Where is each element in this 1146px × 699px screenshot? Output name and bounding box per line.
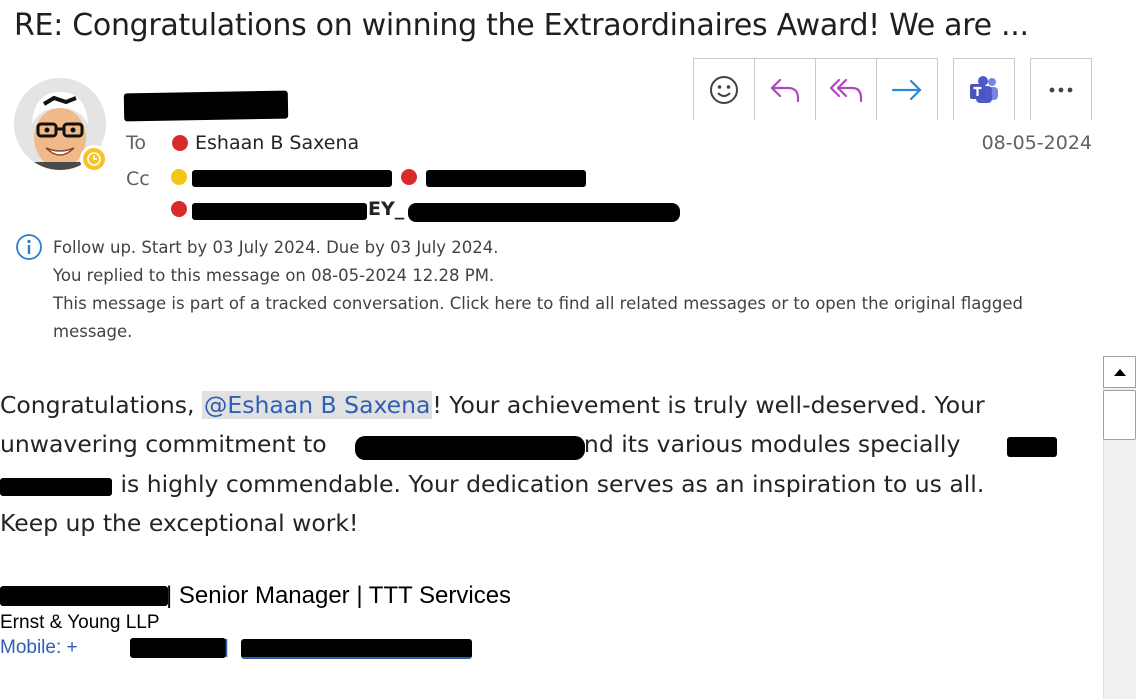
replied-info: You replied to this message on 08-05-202… [53,266,495,285]
message-action-toolbar [693,58,1092,120]
tracked-conversation-link[interactable]: This message is part of a tracked conver… [53,294,1023,313]
cc-label: Cc [126,168,150,190]
presence-busy-icon [401,169,417,185]
follow-up-info: Follow up. Start by 03 July 2024. Due by… [53,238,499,257]
cc-recipient-group[interactable]: EY_ [368,198,404,220]
presence-away-icon [171,169,187,185]
body-redacted-2 [1007,437,1057,457]
reply-all-icon [829,78,863,102]
tracked-conversation-link-cont[interactable]: message. [53,322,132,341]
scroll-up-button[interactable] [1103,356,1136,388]
body-line-3-text: is highly commendable. Your dedication s… [113,470,985,498]
signature-company: Ernst & Young LLP [0,612,160,633]
cc-recipient-3-redacted[interactable] [192,203,367,220]
email-subject: RE: Congratulations on winning the Extra… [14,8,1029,43]
mobile-number-redacted [130,638,226,658]
email-link-redacted[interactable] [241,639,472,659]
signature-name-redacted [0,586,168,606]
mention-link[interactable]: @Eshaan B Saxena [201,391,433,419]
signature-separator: | [224,637,229,658]
sender-name-redacted [123,90,289,122]
presence-busy-icon [171,201,187,217]
presence-busy-icon [172,135,188,151]
signature-title: | Senior Manager | TTT Services [166,582,512,609]
more-icon [1049,87,1073,92]
signature-mobile-label: Mobile: + [0,637,78,658]
body-line-4: Keep up the exceptional work! [0,509,359,537]
clock-icon [87,152,101,166]
teams-chat-button[interactable] [953,58,1015,120]
react-button[interactable] [693,58,755,120]
reply-icon [770,78,800,102]
to-recipient[interactable]: Eshaan B Saxena [195,132,359,154]
forward-button[interactable] [876,58,938,120]
body-line-2a: unwavering commitment to [0,430,335,458]
cc-recipient-1-redacted[interactable] [192,170,392,187]
to-label: To [126,132,147,154]
cc-recipient-3-redacted-tail [408,203,680,222]
info-icon [16,234,42,260]
teams-icon [970,75,998,103]
cc-recipient-2-redacted[interactable] [426,170,586,187]
body-line-1-text: ! Your achievement is truly well-deserve… [432,391,985,419]
more-actions-button[interactable] [1030,58,1092,120]
reply-button[interactable] [754,58,816,120]
body-redacted-1 [355,436,585,460]
reply-all-button[interactable] [815,58,877,120]
presence-away-badge [80,145,108,173]
body-line-3: is highly commendable. Your dedication s… [0,470,984,498]
body-greeting: Congratulations, [0,391,202,419]
scrollbar-thumb[interactable] [1103,390,1136,440]
emoji-icon [710,75,738,104]
body-line-1: Congratulations, @Eshaan B Saxena! Your … [0,391,985,419]
caret-up-icon [1113,369,1126,376]
body-line-2b: and its various modules specially [562,430,961,458]
forward-icon [891,79,922,100]
email-date: 08-05-2024 [981,132,1092,154]
body-redacted-3 [0,478,112,496]
